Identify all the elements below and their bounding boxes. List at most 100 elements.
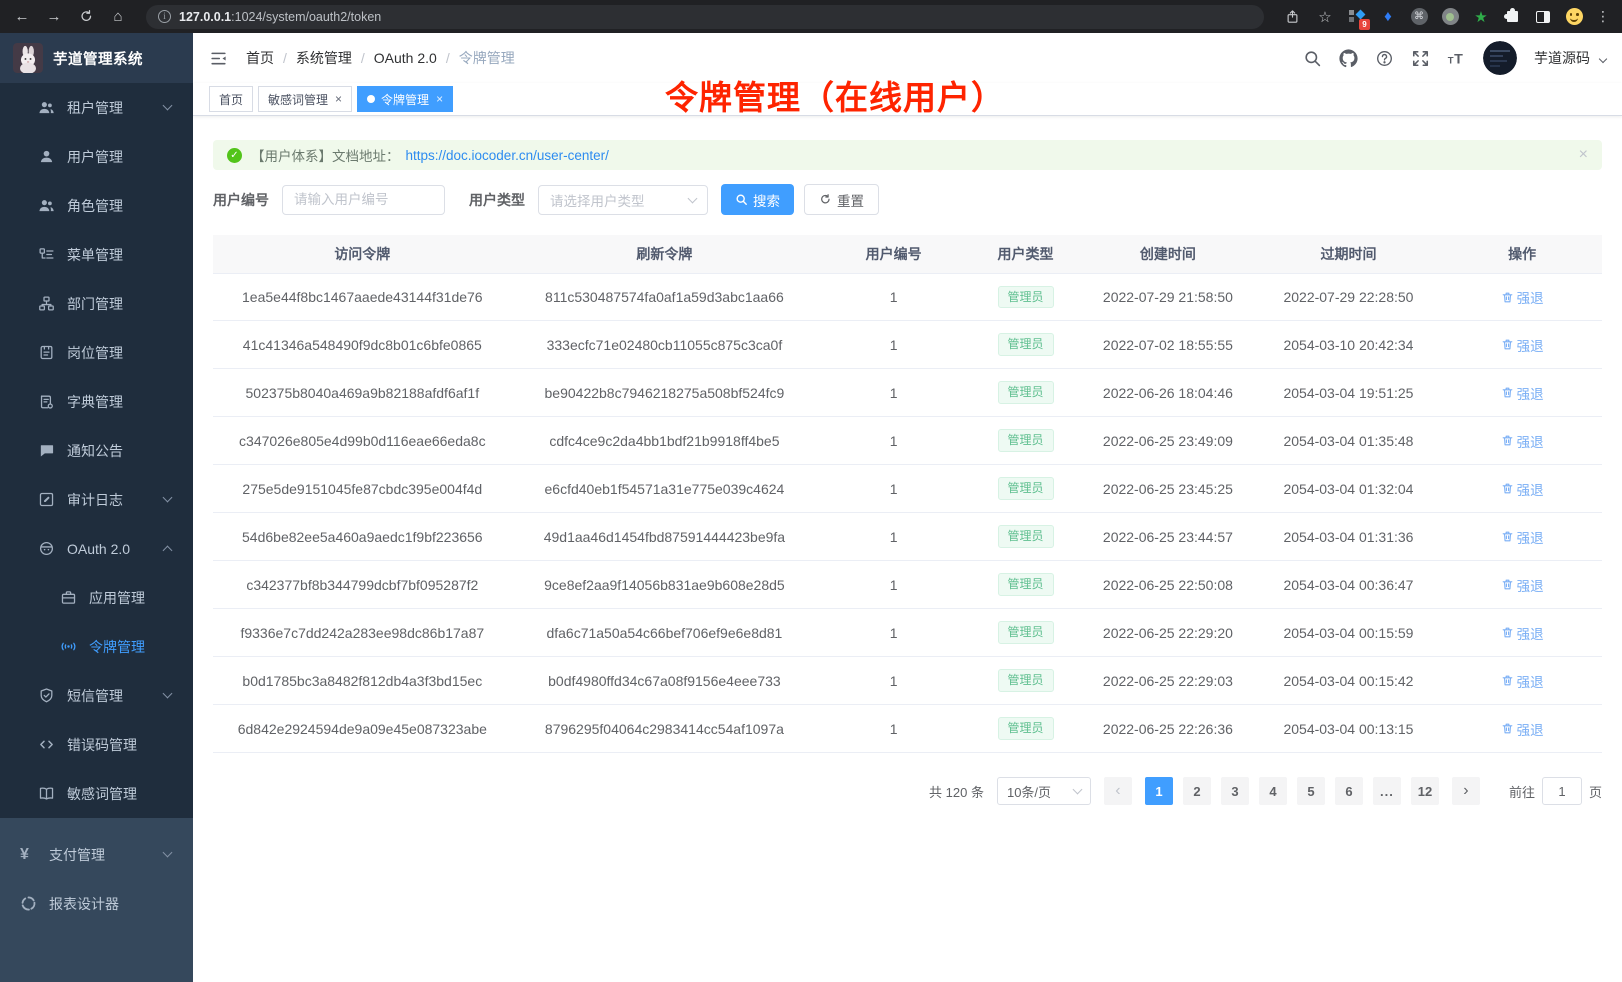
app-briefcase-icon (60, 589, 77, 606)
fullscreen-icon[interactable] (1411, 49, 1430, 68)
sidebar-item-dept[interactable]: 部门管理 (0, 279, 193, 328)
breadcrumb-item[interactable]: 首页 (246, 48, 274, 68)
user-type-cell: 管理员 (970, 717, 1081, 739)
user-type-select[interactable]: 请选择用户类型 (538, 185, 708, 215)
sidebar-item-audit-log[interactable]: 审计日志 (0, 475, 193, 524)
sms-shield-icon (38, 687, 55, 704)
page-button-5[interactable]: 5 (1297, 777, 1325, 805)
breadcrumb-item[interactable]: OAuth 2.0 (374, 50, 437, 66)
sidebar-item-menu[interactable]: 菜单管理 (0, 230, 193, 279)
force-logout-button[interactable]: 强退 (1501, 479, 1544, 499)
sidebar-item-sms[interactable]: 短信管理 (0, 671, 193, 720)
trash-icon (1501, 338, 1514, 351)
sidebar-item-user[interactable]: 用户管理 (0, 132, 193, 181)
force-logout-button[interactable]: 强退 (1501, 287, 1544, 307)
page-button-6[interactable]: 6 (1335, 777, 1363, 805)
refresh-token-cell: 49d1aa46d1454fbd87591444423be9fa (512, 529, 818, 545)
sidebar-item-error-code[interactable]: 错误码管理 (0, 720, 193, 769)
bookmark-star-icon[interactable]: ☆ (1315, 8, 1335, 26)
force-logout-button[interactable]: 强退 (1501, 719, 1544, 739)
user-type-cell: 管理员 (970, 286, 1081, 308)
username[interactable]: 芋道源码 (1534, 48, 1590, 68)
sidebar-item-role[interactable]: 角色管理 (0, 181, 193, 230)
github-icon[interactable] (1339, 49, 1358, 68)
prev-page-button[interactable]: ‹ (1104, 777, 1132, 805)
user-id-input[interactable] (282, 185, 445, 215)
next-page-button[interactable]: › (1452, 777, 1480, 805)
search-icon[interactable] (1303, 49, 1322, 68)
record-extension-icon[interactable] (1441, 8, 1459, 26)
force-logout-button[interactable]: 强退 (1501, 383, 1544, 403)
tab-close-icon[interactable]: × (436, 92, 443, 106)
doc-link[interactable]: https://doc.iocoder.cn/user-center/ (406, 148, 609, 163)
alert-close-icon[interactable]: × (1579, 146, 1588, 164)
sidebar-item-tenant[interactable]: 租户管理 (0, 83, 193, 132)
page-button-2[interactable]: 2 (1183, 777, 1211, 805)
chevron-down-icon[interactable] (1599, 55, 1607, 63)
refresh-icon (819, 193, 832, 206)
search-button[interactable]: 搜索 (721, 184, 794, 215)
goto-page-input[interactable] (1542, 777, 1582, 805)
sidebar-item-post[interactable]: 岗位管理 (0, 328, 193, 377)
sidebar-fold-icon[interactable] (209, 49, 228, 68)
page-button-4[interactable]: 4 (1259, 777, 1287, 805)
font-size-icon[interactable]: TT (1447, 49, 1466, 68)
extension-grid-icon[interactable]: 9 (1348, 8, 1366, 26)
force-logout-label: 强退 (1517, 575, 1544, 595)
sidebar-item-oauth2-app[interactable]: 应用管理 (0, 573, 193, 622)
chevron-down-icon (163, 493, 173, 503)
sidebar-item-pay[interactable]: ¥支付管理 (0, 830, 193, 879)
tab-oauth2-token[interactable]: 令牌管理× (357, 86, 453, 112)
action-cell: 强退 (1442, 575, 1602, 595)
help-icon[interactable] (1375, 49, 1394, 68)
profile-avatar-icon[interactable] (1565, 8, 1583, 26)
app-logo[interactable]: 芋道管理系统 (0, 33, 193, 83)
page-button-12[interactable]: 12 (1411, 777, 1439, 805)
gem-extension-icon[interactable]: ♦ (1379, 8, 1397, 26)
doc-alert: ✓ 【用户体系】文档地址： https://doc.iocoder.cn/use… (213, 140, 1602, 170)
page-size-value: 10条/页 (1007, 782, 1051, 801)
refresh-token-cell: e6cfd40eb1f54571a31e775e039c4624 (512, 481, 818, 497)
page-button-3[interactable]: 3 (1221, 777, 1249, 805)
sidebar-item-dict[interactable]: 字典管理 (0, 377, 193, 426)
force-logout-button[interactable]: 强退 (1501, 335, 1544, 355)
access-token-cell: f9336e7c7dd242a283ee98dc86b17a87 (213, 625, 512, 641)
force-logout-button[interactable]: 强退 (1501, 623, 1544, 643)
sidebar-item-oauth2[interactable]: OAuth 2.0 (0, 524, 193, 573)
sidebar-item-sensitive-word[interactable]: 敏感词管理 (0, 769, 193, 818)
sidebar-item-label: 部门管理 (67, 294, 123, 314)
page-info-icon[interactable]: i (158, 10, 171, 23)
tab-home[interactable]: 首页 (209, 86, 253, 112)
user-avatar[interactable] (1483, 41, 1517, 75)
command-extension-icon[interactable]: ⌘ (1410, 8, 1428, 26)
page-size-select[interactable]: 10条/页 (997, 777, 1091, 805)
tab-close-icon[interactable]: × (335, 92, 342, 106)
sidepanel-icon[interactable] (1534, 8, 1552, 26)
force-logout-button[interactable]: 强退 (1501, 527, 1544, 547)
sidebar-item-oauth2-token[interactable]: 令牌管理 (0, 622, 193, 671)
star-extension-icon[interactable]: ★ (1472, 8, 1490, 26)
url-bar[interactable]: i 127.0.0.1:1024/system/oauth2/token (146, 5, 1264, 29)
back-icon[interactable]: ← (12, 8, 32, 25)
page-button-1[interactable]: 1 (1145, 777, 1173, 805)
force-logout-button[interactable]: 强退 (1501, 671, 1544, 691)
table-row: c342377bf8b344799dcbf7bf095287f29ce8ef2a… (213, 561, 1602, 609)
tab-bar: 首页敏感词管理×令牌管理× (193, 83, 1622, 116)
sidebar-item-report-designer[interactable]: 报表设计器 (0, 879, 193, 928)
user-type-tag: 管理员 (998, 429, 1054, 451)
home-icon[interactable]: ⌂ (108, 8, 128, 25)
forward-icon[interactable]: → (44, 8, 64, 25)
force-logout-button[interactable]: 强退 (1501, 431, 1544, 451)
reload-icon[interactable] (76, 9, 96, 24)
sidebar-item-notice[interactable]: 通知公告 (0, 426, 193, 475)
share-icon[interactable] (1282, 9, 1302, 24)
tab-sensitive-word[interactable]: 敏感词管理× (258, 86, 352, 112)
puzzle-extension-icon[interactable] (1503, 8, 1521, 26)
sidebar: 芋道管理系统 租户管理用户管理角色管理菜单管理部门管理岗位管理字典管理通知公告审… (0, 33, 193, 982)
created-time-cell: 2022-06-25 22:50:08 (1081, 577, 1255, 593)
reset-button[interactable]: 重置 (804, 184, 879, 215)
pager-more-icon[interactable]: ... (1373, 777, 1401, 805)
breadcrumb-item[interactable]: 系统管理 (296, 48, 352, 68)
browser-menu-icon[interactable]: ⋮ (1596, 8, 1610, 25)
force-logout-button[interactable]: 强退 (1501, 575, 1544, 595)
